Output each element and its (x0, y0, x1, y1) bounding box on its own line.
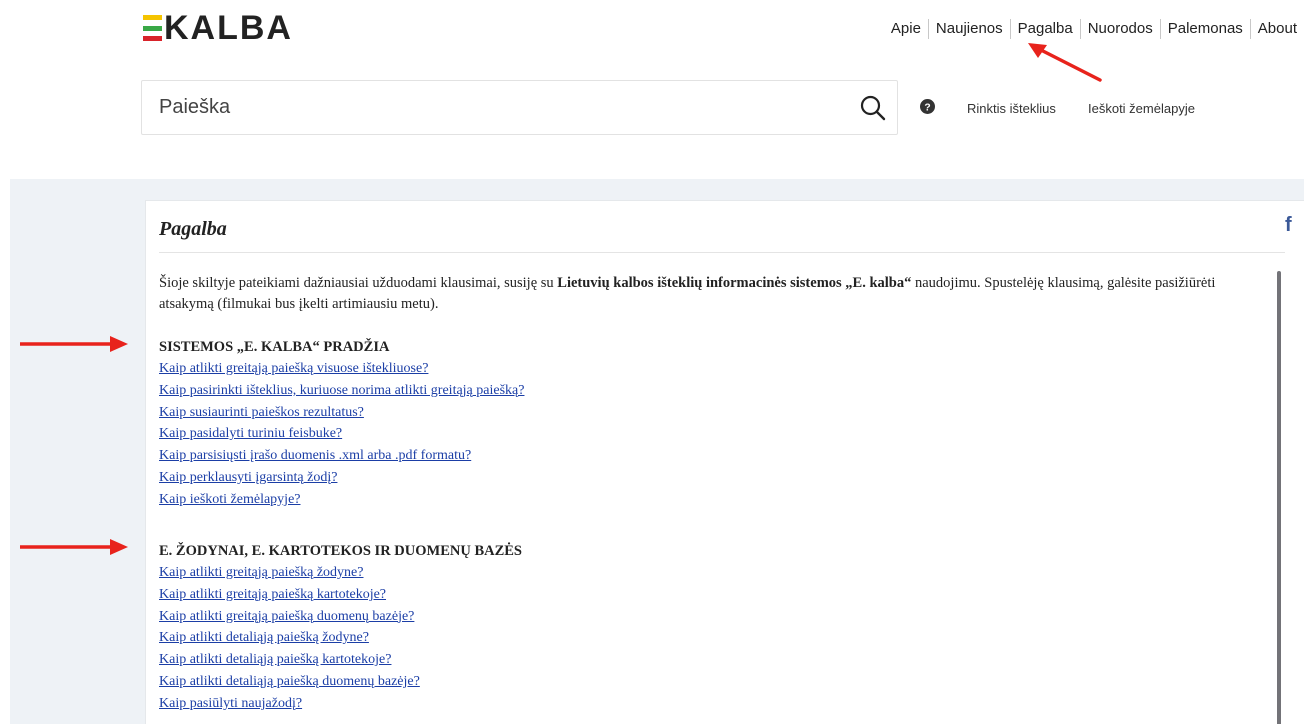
facebook-icon[interactable]: f (1285, 214, 1292, 237)
nav-item-palemonas[interactable]: Palemonas (1161, 19, 1250, 39)
title-divider (159, 252, 1285, 253)
help-link[interactable]: Kaip atlikti greitąją paiešką žodyne? (159, 565, 363, 580)
section-system-start: SISTEMOS „E. KALBA“ PRADŽIA Kaip atlikti… (159, 337, 524, 511)
search-box (141, 80, 898, 135)
help-link[interactable]: Kaip pasiūlyti naujažodį? (159, 696, 302, 711)
scrollbar[interactable] (1277, 271, 1281, 724)
nav-item-naujienos[interactable]: Naujienos (929, 19, 1010, 39)
list-item: Kaip pasidalyti turiniu feisbuke? (159, 423, 524, 445)
help-link[interactable]: Kaip atlikti greitąją paiešką kartotekoj… (159, 587, 386, 602)
help-link[interactable]: Kaip atlikti detaliąją paiešką kartoteko… (159, 652, 391, 667)
top-nav: Apie Naujienos Pagalba Nuorodos Palemona… (884, 19, 1304, 39)
list-item: Kaip ieškoti žemėlapyje? (159, 489, 524, 511)
help-link[interactable]: Kaip atlikti detaliąją paiešką žodyne? (159, 630, 369, 645)
list-item: Kaip atlikti greitąją paiešką visuose iš… (159, 358, 524, 380)
section-heading: SISTEMOS „E. KALBA“ PRADŽIA (159, 339, 390, 355)
search-icon[interactable] (859, 94, 887, 122)
list-item: Kaip pasiūlyti naujažodį? (159, 693, 522, 715)
list-item: Kaip atlikti greitąją paiešką žodyne? (159, 562, 522, 584)
help-link[interactable]: Kaip pasirinkti išteklius, kuriuose nori… (159, 383, 524, 398)
list-item: Kaip atlikti detaliąją paiešką duomenų b… (159, 671, 522, 693)
intro-system-name: Lietuvių kalbos išteklių informacinės si… (557, 275, 912, 291)
help-link[interactable]: Kaip atlikti greitąją paiešką duomenų ba… (159, 609, 414, 624)
list-item: Kaip atlikti greitąją paiešką kartotekoj… (159, 584, 522, 606)
list-item: Kaip atlikti detaliąją paiešką žodyne? (159, 627, 522, 649)
question-circle-icon[interactable]: ? (920, 99, 935, 114)
map-search-link[interactable]: Ieškoti žemėlapyje (1088, 101, 1195, 116)
help-card: Pagalba f Šioje skiltyje pateikiami dažn… (145, 200, 1304, 724)
search-input[interactable] (142, 81, 842, 134)
help-link[interactable]: Kaip ieškoti žemėlapyje? (159, 492, 301, 507)
ekalba-logo[interactable]: KALBA (143, 11, 293, 45)
section-dictionaries: E. ŽODYNAI, E. KARTOTEKOS IR DUOMENŲ BAZ… (159, 541, 522, 715)
page-title: Pagalba (159, 218, 227, 240)
help-link[interactable]: Kaip susiaurinti paieškos rezultatus? (159, 405, 364, 420)
list-item: Kaip susiaurinti paieškos rezultatus? (159, 402, 524, 424)
help-link[interactable]: Kaip atlikti greitąją paiešką visuose iš… (159, 361, 428, 376)
list-item: Kaip pasirinkti išteklius, kuriuose nori… (159, 380, 524, 402)
nav-item-nuorodos[interactable]: Nuorodos (1081, 19, 1160, 39)
list-item: Kaip parsisiųsti įrašo duomenis .xml arb… (159, 445, 524, 467)
help-link[interactable]: Kaip parsisiųsti įrašo duomenis .xml arb… (159, 448, 471, 463)
nav-item-about[interactable]: About (1251, 19, 1304, 39)
list-item: Kaip atlikti greitąją paiešką duomenų ba… (159, 606, 522, 628)
annotation-arrow-nav (1028, 43, 1102, 82)
nav-item-pagalba[interactable]: Pagalba (1011, 19, 1080, 39)
help-link-list: Kaip atlikti greitąją paiešką žodyne? Ka… (159, 562, 522, 715)
logo-mark-icon (143, 15, 162, 41)
intro-text: Šioje skiltyje pateikiami dažniausiai už… (159, 275, 1216, 312)
help-link[interactable]: Kaip atlikti detaliąją paiešką duomenų b… (159, 674, 420, 689)
nav-item-apie[interactable]: Apie (884, 19, 928, 39)
section-heading: E. ŽODYNAI, E. KARTOTEKOS IR DUOMENŲ BAZ… (159, 543, 522, 559)
choose-resources-link[interactable]: Rinktis išteklius (967, 101, 1056, 116)
help-link-list: Kaip atlikti greitąją paiešką visuose iš… (159, 358, 524, 511)
list-item: Kaip perklausyti įgarsintą žodį? (159, 467, 524, 489)
svg-text:?: ? (924, 102, 930, 113)
logo-text: KALBA (164, 9, 293, 47)
help-link[interactable]: Kaip perklausyti įgarsintą žodį? (159, 470, 337, 485)
help-link[interactable]: Kaip pasidalyti turiniu feisbuke? (159, 426, 342, 441)
list-item: Kaip atlikti detaliąją paiešką kartoteko… (159, 649, 522, 671)
